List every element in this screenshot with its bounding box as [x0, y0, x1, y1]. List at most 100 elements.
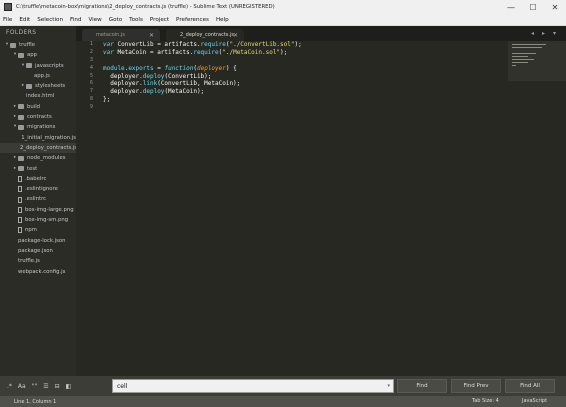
file-icon [18, 217, 22, 224]
sidebar-item-label: app.js [34, 72, 50, 79]
sidebar-item-label: box-img-sm.png [25, 217, 69, 224]
sidebar-file-item[interactable]: box-img-sm.png [0, 215, 76, 225]
menu-selection[interactable]: Selection [37, 17, 63, 23]
menu-preferences[interactable]: Preferences [176, 17, 209, 23]
regex-toggle-button[interactable]: .* [4, 379, 15, 393]
sidebar-file-item[interactable]: npm [0, 225, 76, 235]
close-window-button[interactable]: ✕ [544, 0, 566, 14]
tab-close-icon[interactable]: ✕ [233, 32, 238, 39]
code-line: deployer.link(ConvertLib, MetaCoin); [103, 80, 513, 88]
status-bar: Line 1, Column 1 Tab Size: 4 JavaScript [0, 396, 566, 407]
menu-project[interactable]: Project [150, 17, 169, 23]
minimap-line [512, 44, 546, 46]
sidebar-item-label: node_modules [27, 155, 66, 162]
sidebar-item-label: migrations [27, 124, 56, 131]
code-token: deployer [196, 64, 226, 72]
code-token: ConvertLib = artifacts. [113, 41, 201, 48]
tab-metacoin[interactable]: metacoin.js ✕ [82, 29, 160, 41]
scroll-tabs-right-icon[interactable]: ▸ [542, 30, 545, 37]
folder-icon [18, 155, 24, 161]
sidebar-item-label: test [27, 165, 38, 172]
find-prev-button[interactable]: Find Prev [451, 379, 501, 393]
folder-icon [18, 114, 24, 120]
code-line: var MetaCoin = artifacts.require("./Meta… [103, 49, 513, 57]
highlight-matches-toggle-button[interactable]: ◧ [63, 379, 75, 393]
sidebar-folder-item[interactable]: ▾ migrations [0, 122, 76, 132]
sidebar-folder-item[interactable]: ▸ test [0, 164, 76, 174]
code-token: require [193, 48, 219, 56]
line-number: 8 [89, 96, 93, 103]
minimap[interactable] [508, 41, 566, 376]
sublime-app-icon [4, 3, 12, 11]
sidebar-folder-item[interactable]: ▾ javascripts [0, 61, 76, 71]
tab-list-chevron-down-icon[interactable]: ▾ [553, 30, 556, 37]
sidebar-folder-item[interactable]: ▸ node_modules [0, 153, 76, 163]
scroll-tabs-left-icon[interactable]: ◂ [531, 30, 534, 37]
find-all-button[interactable]: Find All [505, 379, 555, 393]
code-token: (MetaCoin); [164, 88, 205, 96]
folder-icon [18, 104, 24, 110]
minimap-line [512, 53, 536, 55]
file-icon [18, 176, 22, 182]
line-number: 7 [89, 88, 93, 95]
sidebar-file-item[interactable]: .babelrc [0, 174, 76, 184]
find-history-chevron-down-icon[interactable]: ▾ [387, 383, 390, 389]
case-sensitive-toggle-button[interactable]: Aa [15, 379, 29, 393]
sidebar-file-item[interactable]: />package-lock.json [0, 236, 76, 246]
menu-help[interactable]: Help [216, 17, 229, 23]
folder-icon [18, 52, 24, 58]
sidebar-file-item[interactable]: box-img-large.png [0, 205, 76, 215]
sidebar-file-item[interactable]: .eslintignore [0, 184, 76, 194]
cursor-position: Line 1, Column 1 [14, 398, 57, 405]
menu-file[interactable]: File [3, 17, 12, 23]
code-token: deploy [142, 72, 165, 80]
sidebar-file-item[interactable]: />2_deploy_contracts.js [0, 142, 76, 154]
sidebar-folder-item[interactable]: ▸ stylesheets [0, 81, 76, 91]
line-number: 2 [89, 48, 93, 55]
menu-view[interactable]: View [88, 17, 101, 23]
sidebar-folder-item[interactable]: ▾ app [0, 50, 76, 60]
code-token: function [164, 64, 194, 72]
sidebar-file-item[interactable]: />1_initial_migration.js [0, 133, 76, 143]
code-editor[interactable]: var ConvertLib = artifacts.require("./Co… [103, 41, 513, 376]
tab-label: metacoin.js [96, 32, 125, 38]
sidebar-file-item[interactable]: />app.js [0, 71, 76, 81]
minimap-line [512, 65, 516, 67]
find-button[interactable]: Find [397, 379, 447, 393]
sidebar-item-label: javascripts [35, 62, 64, 69]
code-token: link [142, 80, 158, 88]
sidebar-file-item[interactable]: />truffle.js [0, 256, 76, 266]
minimap-line [512, 59, 534, 61]
code-token: deployer. [103, 88, 143, 96]
sidebar-file-item[interactable]: />webpack.config.js [0, 267, 76, 277]
tab-size-indicator[interactable]: Tab Size: 4 [472, 396, 499, 407]
sidebar-folder-item[interactable]: ▸ contracts [0, 112, 76, 122]
in-selection-toggle-button[interactable]: ⊟ [52, 379, 63, 393]
folder-icon [26, 63, 32, 69]
folder-icon [18, 125, 24, 131]
find-input[interactable] [117, 382, 377, 390]
sidebar-folder-item[interactable]: ▾ truffle [0, 40, 76, 50]
minimize-button[interactable]: — [500, 0, 522, 14]
sidebar-file-item[interactable]: .eslintrc [0, 194, 76, 204]
line-number: 6 [89, 80, 93, 87]
file-icon [18, 196, 22, 203]
file-icon [18, 206, 22, 213]
wrap-toggle-button[interactable]: ☰ [40, 379, 51, 393]
code-token: require [200, 41, 226, 48]
maximize-button[interactable]: ☐ [522, 0, 544, 14]
sidebar-file-item[interactable]: />package.json [0, 246, 76, 256]
tab-deploy-contracts[interactable]: 2_deploy_contracts.js ✕ [166, 29, 244, 41]
whole-word-toggle-button[interactable]: "" [29, 379, 41, 393]
line-number-gutter: 123456789 [76, 41, 98, 376]
code-token: exports [128, 64, 154, 72]
sidebar-file-item[interactable]: />index.html [0, 91, 76, 101]
menu-goto[interactable]: Goto [109, 17, 122, 23]
sidebar-folder-item[interactable]: ▸ build [0, 102, 76, 112]
syntax-indicator[interactable]: JavaScript [522, 396, 547, 407]
menu-edit[interactable]: Edit [19, 17, 30, 23]
minimap-line [512, 62, 528, 64]
menu-find[interactable]: Find [70, 17, 81, 23]
tab-close-icon[interactable]: ✕ [149, 32, 154, 39]
menu-tools[interactable]: Tools [129, 17, 143, 23]
